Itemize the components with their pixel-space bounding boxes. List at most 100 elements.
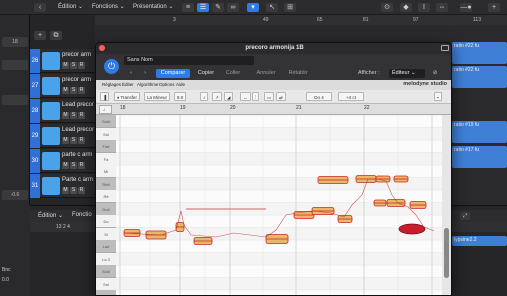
note-grid[interactable] [116, 114, 442, 296]
reference-pitch[interactable]: Do 4 [306, 92, 332, 101]
track-header[interactable]: 26 precor arm M S R [30, 49, 95, 73]
waveform-zoom-icon[interactable]: ⇔ [436, 3, 448, 12]
grid-icon[interactable]: ☰ [197, 3, 209, 12]
zoom-icon[interactable]: ⊙ [381, 3, 393, 12]
preset-field[interactable]: Sans Nom [124, 56, 254, 65]
secondary-tool-icon[interactable]: ⊞ [284, 3, 296, 12]
track-options-button[interactable]: ⧉ [50, 31, 62, 40]
track-header[interactable]: 30 parte c arm M S R [30, 149, 95, 173]
mute-button[interactable]: M [62, 137, 69, 144]
compare-button[interactable]: Comparer [156, 69, 190, 78]
scrollbar-thumb[interactable] [444, 228, 449, 278]
time-tool-icon[interactable]: ↔ [240, 92, 251, 101]
track-header[interactable]: 28 Lead precor M S R [30, 99, 95, 123]
menu-reglages[interactable]: Réglages [102, 82, 121, 87]
close-icon[interactable] [99, 45, 105, 51]
piano-key[interactable]: Fa# [96, 290, 116, 295]
track-header[interactable]: 31 Parte c arm M S R [30, 174, 95, 198]
menu-editer[interactable]: Éditer [122, 82, 134, 87]
macro-tool-icon[interactable]: ⇌ [276, 92, 286, 101]
piano-key[interactable]: Do [96, 215, 116, 228]
record-button[interactable]: R [78, 162, 85, 169]
redo-button[interactable]: Rétablir [284, 69, 312, 78]
piano-key[interactable]: Ré [96, 190, 116, 203]
separation-tool-icon[interactable]: ⫶ [252, 92, 260, 101]
menu-options[interactable]: Options [159, 82, 175, 87]
region[interactable]: ratio #22 fu [452, 66, 507, 88]
piano-key[interactable]: Ré# [96, 177, 116, 191]
solo-button[interactable]: S [70, 87, 77, 94]
track-header[interactable]: 29 Lead precor M S R [30, 124, 95, 148]
mute-button[interactable]: M [62, 87, 69, 94]
add-track-button[interactable]: + [34, 31, 46, 40]
lower-tool-icon[interactable]: ⤢ [460, 212, 470, 220]
diamond-icon[interactable]: ◆ [400, 3, 412, 12]
tempo-field[interactable]: 8.0 [174, 92, 187, 101]
copy-button[interactable]: Copier [194, 69, 218, 78]
record-button[interactable]: R [78, 62, 85, 69]
piano-key[interactable]: Sol# [96, 115, 116, 128]
formant-tool-icon[interactable]: ↗ [212, 92, 222, 101]
solo-button[interactable]: S [70, 112, 77, 119]
back-icon[interactable]: ‹ [34, 3, 46, 12]
piano-key[interactable]: Fa [96, 152, 116, 166]
menu-fonctions[interactable]: Fonctions ⌄ [92, 3, 125, 10]
mute-button[interactable]: M [62, 112, 69, 119]
lower-menu-edition[interactable]: Édition ⌄ [38, 212, 63, 219]
sidebar-toggle-icon[interactable]: ▐ [100, 92, 110, 101]
piano-key[interactable]: Si [96, 227, 116, 241]
region[interactable]: ratio #17 fu [452, 146, 507, 168]
piano-key[interactable]: Sol# [96, 265, 116, 278]
mute-button[interactable]: M [62, 62, 69, 69]
solo-button[interactable]: S [70, 162, 77, 169]
zoom-slider[interactable]: —● [460, 3, 472, 12]
piano-key[interactable]: Do# [96, 202, 116, 216]
region[interactable]: ratio #22 fu [452, 42, 507, 64]
piano-key[interactable]: Sol [96, 127, 116, 141]
window-toggle-icon[interactable] [441, 45, 449, 51]
pencil-icon[interactable]: ✎ [212, 3, 224, 12]
mute-button[interactable]: M [62, 187, 69, 194]
record-button[interactable]: R [78, 112, 85, 119]
transfer-button[interactable]: ♦ Transfer [114, 92, 141, 101]
settings-icon[interactable]: ▪ [434, 92, 442, 101]
pointer-tool-icon[interactable]: ↖ [266, 3, 278, 12]
note-canvas[interactable] [116, 114, 442, 296]
piano-key[interactable]: Mi [96, 165, 116, 178]
inspector-slot[interactable] [2, 95, 28, 105]
piano-key[interactable]: La# [96, 240, 116, 253]
link-icon[interactable]: ⊘ [430, 69, 440, 78]
record-button[interactable]: R [78, 87, 85, 94]
list-icon[interactable]: ≡ [182, 3, 194, 12]
prev-preset-icon[interactable]: ‹ [126, 69, 136, 78]
solo-button[interactable]: S [70, 62, 77, 69]
sibilant-tool-icon[interactable]: ▭ [264, 92, 275, 101]
melodyne-ruler[interactable]: ♩ 18 19 20 21 22 [96, 104, 451, 115]
plus-icon[interactable]: + [488, 3, 500, 12]
loop-icon[interactable]: ∞ [227, 3, 239, 12]
solo-button[interactable]: S [70, 137, 77, 144]
mute-button[interactable]: M [62, 162, 69, 169]
piano-key[interactable]: Fa# [96, 140, 116, 153]
solo-button[interactable]: S [70, 187, 77, 194]
piano-roll-keys[interactable]: Sol# Sol Fa# Fa Mi Ré# Ré Do# Do Si La# La 3 Sol# Sol… [96, 115, 116, 295]
lower-menu-fonctions[interactable]: Fonctio [72, 212, 92, 218]
menu-edition[interactable]: Édition ⌄ [58, 3, 83, 10]
tuning-fork-icon[interactable]: ♩ [99, 105, 112, 114]
amplitude-tool-icon[interactable]: ◢ [224, 92, 234, 101]
selected-note[interactable] [398, 223, 426, 235]
lower-region[interactable]: lypsine2.2 [452, 236, 507, 246]
piano-key[interactable]: Sol [96, 277, 116, 291]
scale-select[interactable]: La Mineur [144, 92, 171, 101]
menu-algorithme[interactable]: Algorithme [137, 82, 159, 87]
region[interactable]: ratio #19 fu [452, 121, 507, 143]
undo-button[interactable]: Annuler [252, 69, 280, 78]
cents-offset[interactable]: +4 ct [338, 92, 364, 101]
snap-icon[interactable]: ▾ [247, 3, 259, 12]
bar-ruler[interactable]: 3 49 65 81 97 113 [95, 15, 507, 25]
view-select[interactable]: Éditeur ⌄ [389, 69, 425, 78]
text-cursor-icon[interactable]: I [418, 3, 430, 12]
track-header[interactable]: 27 precor arm M S R [30, 74, 95, 98]
record-button[interactable]: R [78, 137, 85, 144]
piano-key[interactable]: La 3 [96, 252, 116, 266]
